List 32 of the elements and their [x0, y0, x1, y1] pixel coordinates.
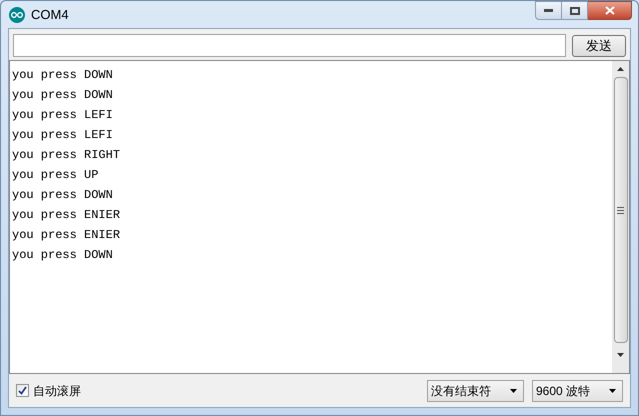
baud-rate-dropdown[interactable]: 9600 波特 [532, 380, 623, 402]
autoscroll-label: 自动滚屏 [33, 382, 81, 400]
output-line: you press DOWN [12, 187, 114, 204]
caret-icon [510, 388, 517, 392]
output-line: you press DOWN [12, 87, 114, 104]
line-ending-dropdown[interactable]: 没有结束符 [427, 380, 524, 402]
app-logo-icon [9, 6, 25, 22]
minimize-icon [544, 9, 553, 12]
grip-icon [617, 206, 624, 214]
output-line: you press ENIER [12, 227, 122, 244]
close-button[interactable] [588, 1, 632, 20]
message-input-field[interactable] [13, 34, 566, 57]
output-line: you press UP [12, 167, 100, 184]
window-title: COM4 [31, 6, 69, 24]
minimize-button[interactable] [535, 1, 562, 20]
scroll-up-icon [617, 67, 624, 71]
scrollbar-thumb[interactable] [614, 77, 628, 343]
output-line: you press ENIER [12, 207, 122, 224]
scroll-down-icon [617, 353, 624, 357]
caret-icon [609, 388, 616, 392]
scrollbar[interactable] [612, 61, 629, 373]
autoscroll-checkbox[interactable] [16, 384, 29, 397]
close-icon [604, 6, 614, 15]
check-icon [18, 386, 27, 395]
output-line: you press LEFI [12, 127, 114, 144]
output-line: you press RIGHT [12, 147, 122, 164]
maximize-icon [570, 6, 580, 14]
output-line: you press DOWN [12, 247, 114, 264]
send-button[interactable]: 发送 [572, 34, 626, 56]
output-line: you press LEFI [12, 107, 114, 124]
output-line: you press DOWN [12, 67, 114, 84]
maximize-button[interactable] [562, 1, 588, 20]
